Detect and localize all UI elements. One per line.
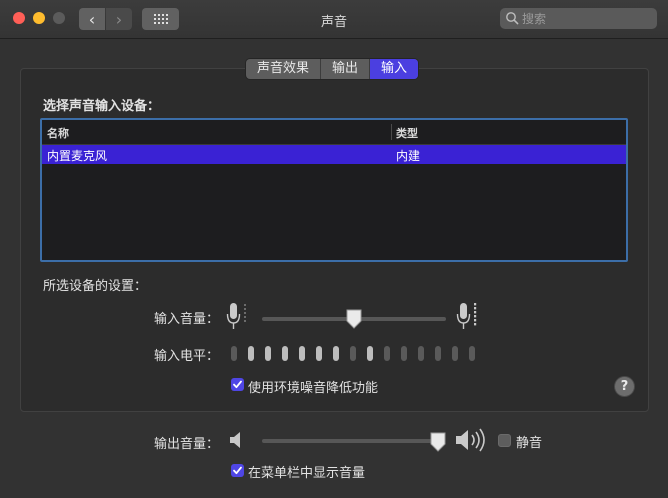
level-segment: [248, 346, 254, 361]
output-volume-slider[interactable]: [262, 439, 438, 443]
level-segment: [316, 346, 322, 361]
device-name-cell: 内置麦克风: [47, 149, 108, 163]
checkmark-icon: [233, 380, 242, 389]
tab-output[interactable]: 输出: [321, 59, 371, 79]
level-segment: [452, 346, 458, 361]
checkmark-icon: [233, 466, 242, 475]
microphone-high-icon: [456, 303, 477, 329]
column-header-type[interactable]: 类型: [396, 125, 418, 141]
input-device-table[interactable]: 名称 类型 内置麦克风 内建: [40, 118, 628, 262]
column-header-name[interactable]: 名称: [47, 125, 69, 141]
input-volume-slider-thumb[interactable]: [346, 309, 362, 329]
table-row[interactable]: 内置麦克风 内建: [42, 145, 626, 164]
tab-sound-effects[interactable]: 声音效果: [246, 59, 322, 79]
level-segment: [401, 346, 407, 361]
noise-reduction-label[interactable]: 使用环境噪音降低功能: [248, 377, 378, 396]
search-input[interactable]: [522, 8, 652, 29]
output-volume-slider-thumb[interactable]: [430, 432, 446, 452]
search-field[interactable]: [500, 8, 657, 29]
speaker-low-icon: [230, 432, 240, 448]
search-icon: [506, 12, 519, 25]
level-segment: [469, 346, 475, 361]
noise-reduction-checkbox[interactable]: [231, 378, 244, 391]
mute-label[interactable]: 静音: [516, 432, 542, 451]
input-volume-label: 输入音量：: [154, 312, 220, 327]
column-divider[interactable]: [391, 124, 392, 140]
level-segment: [282, 346, 288, 361]
output-volume-label: 输出音量：: [154, 437, 220, 452]
title-bar: ‹ › 声音: [0, 0, 668, 39]
input-level-label: 输入电平：: [154, 349, 220, 364]
level-segment: [350, 346, 356, 361]
show-in-menubar-label[interactable]: 在菜单栏中显示音量: [248, 462, 365, 481]
level-segment: [299, 346, 305, 361]
level-segment: [333, 346, 339, 361]
level-segment: [384, 346, 390, 361]
level-segment: [265, 346, 271, 361]
show-in-menubar-checkbox[interactable]: [231, 464, 244, 477]
tab-input[interactable]: 输入: [370, 59, 419, 79]
select-input-device-heading: 选择声音输入设备：: [43, 99, 161, 114]
device-settings-heading: 所选设备的设置：: [43, 279, 148, 294]
mute-checkbox[interactable]: [498, 434, 511, 447]
level-segment: [435, 346, 441, 361]
help-button[interactable]: ?: [615, 377, 634, 396]
device-type-cell: 内建: [396, 149, 421, 163]
speaker-high-icon: [456, 428, 485, 452]
microphone-low-icon: [226, 303, 246, 329]
table-header: 名称 类型: [42, 120, 626, 145]
level-segment: [231, 346, 237, 361]
level-segment: [418, 346, 424, 361]
tab-bar: 声音效果 输出 输入: [246, 59, 419, 79]
level-segment: [367, 346, 373, 361]
